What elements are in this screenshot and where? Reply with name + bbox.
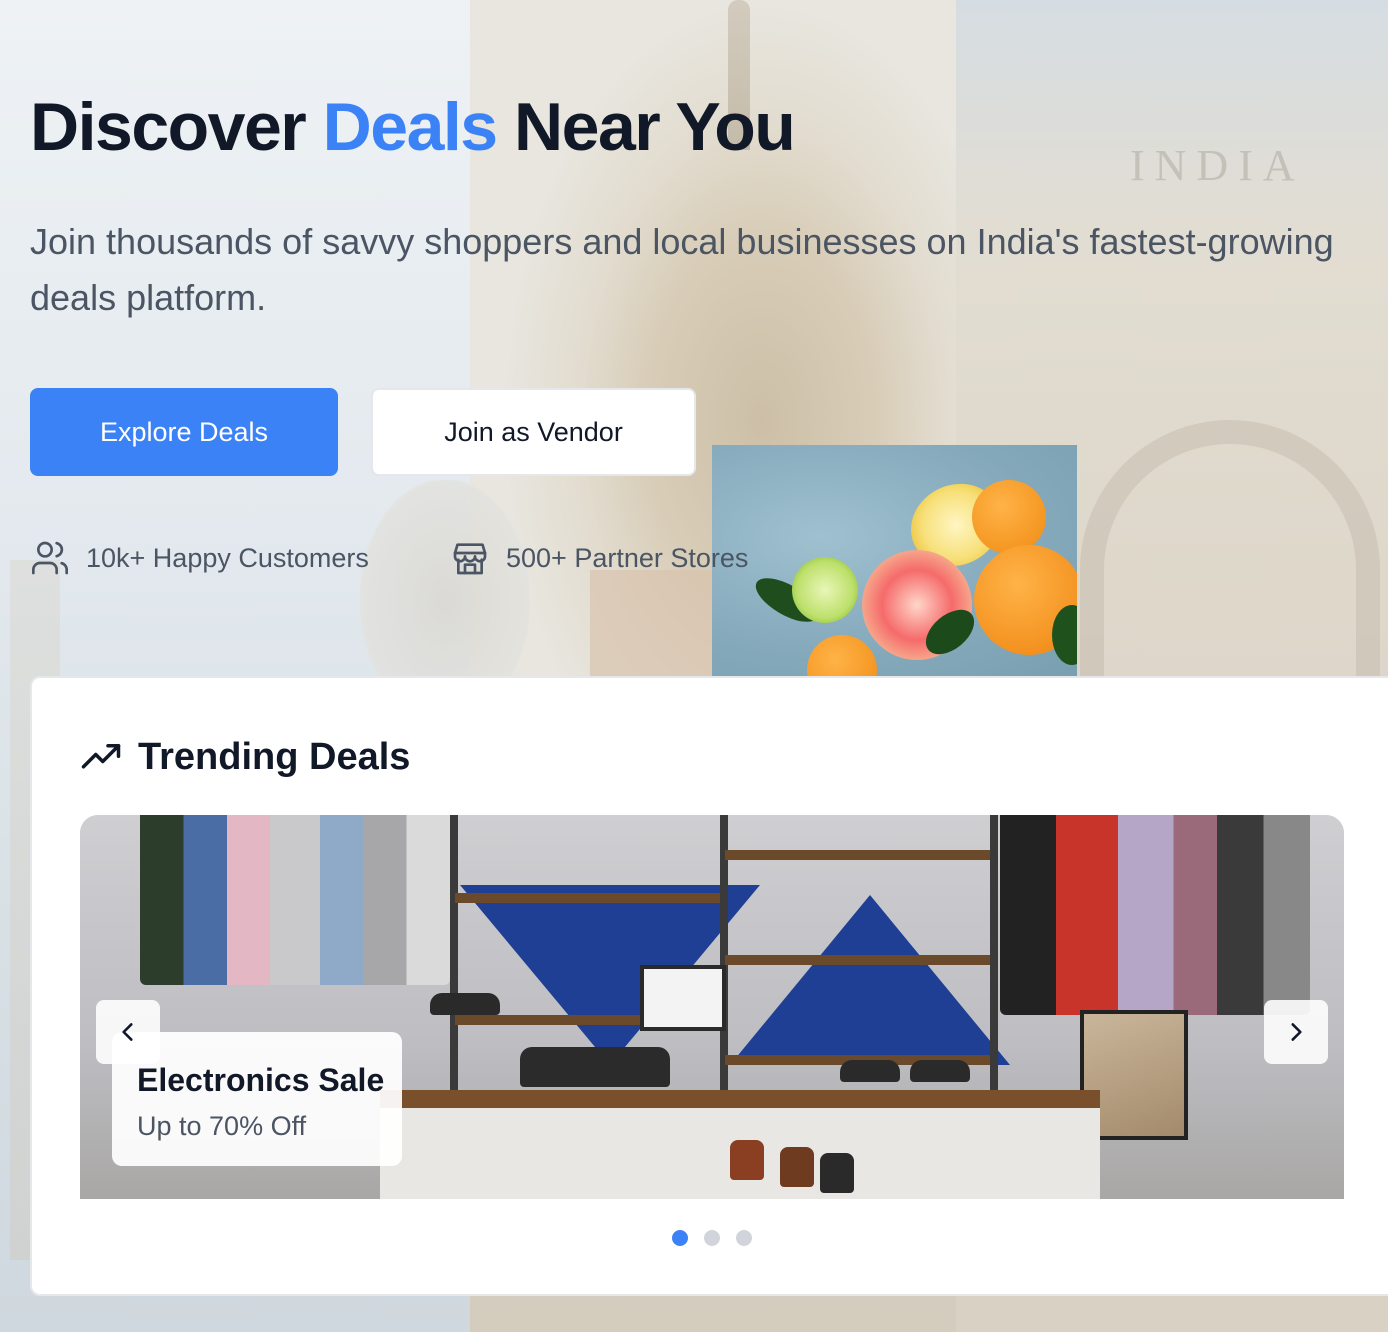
orange-shape — [972, 480, 1046, 554]
stat-label: 500+ Partner Stores — [506, 542, 749, 573]
shelf — [725, 955, 990, 965]
shoe — [910, 1060, 970, 1082]
hero-title-pre: Discover — [30, 89, 323, 165]
display-table — [380, 1090, 1100, 1108]
carousel-dot[interactable] — [672, 1230, 688, 1246]
users-icon — [32, 541, 69, 575]
shoe — [520, 1047, 670, 1087]
store-icon — [453, 543, 487, 575]
bg-small-dome — [360, 480, 530, 680]
hero-title: Discover Deals Near You — [30, 88, 796, 166]
hero-title-post: Near You — [496, 89, 796, 165]
trending-title: Trending Deals — [138, 736, 411, 778]
carousel-prev-button[interactable] — [96, 1000, 160, 1064]
join-vendor-button[interactable]: Join as Vendor — [371, 388, 696, 476]
hero-title-accent: Deals — [322, 89, 498, 165]
deal-title: Electronics Sale — [137, 1062, 385, 1098]
stat-label: 10k+ Happy Customers — [86, 542, 369, 573]
stat-customers: 10k+ Happy Customers — [30, 538, 369, 578]
boot — [780, 1147, 814, 1187]
carousel-dots — [672, 1230, 752, 1246]
carousel-dot[interactable] — [704, 1230, 720, 1246]
boot — [730, 1140, 764, 1180]
boot — [820, 1153, 854, 1193]
chevron-right-icon — [1291, 1023, 1302, 1041]
shelf — [725, 850, 990, 860]
stat-stores: 500+ Partner Stores — [450, 538, 748, 578]
shelf — [455, 893, 720, 903]
clothing-rack — [1000, 815, 1310, 1015]
deal-subtitle: Up to 70% Off — [137, 1111, 307, 1141]
hero-subtitle: Join thousands of savvy shoppers and loc… — [30, 221, 1334, 318]
shoe — [840, 1060, 900, 1082]
picture-frame — [640, 965, 726, 1031]
lime-shape — [792, 557, 858, 623]
deal-slide[interactable]: Electronics Sale Up to 70% Off — [80, 815, 1344, 1199]
carousel-dot[interactable] — [736, 1230, 752, 1246]
carousel-next-button[interactable] — [1264, 1000, 1328, 1064]
gate-inscription: INDIA — [1130, 141, 1305, 190]
trending-deals-card: Trending Deals Electronics Sale Up to 70… — [30, 676, 1388, 1296]
fruit-photo — [712, 445, 1077, 676]
explore-deals-button[interactable]: Explore Deals — [30, 388, 338, 476]
orange-shape — [807, 635, 877, 676]
wall-pattern — [730, 895, 1010, 1065]
trending-up-icon — [81, 743, 121, 768]
bg-patch — [590, 570, 712, 676]
clothing-rack — [140, 815, 450, 985]
chevron-left-icon — [122, 1023, 133, 1041]
trending-header: Trending Deals — [80, 736, 410, 779]
shoe — [430, 993, 500, 1015]
